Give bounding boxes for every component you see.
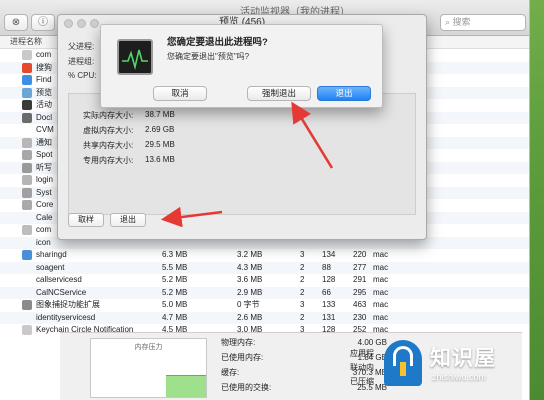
watermark-url: zhishiwu.com bbox=[432, 372, 487, 382]
watermark-brand: 知识屋 bbox=[430, 347, 496, 370]
arrow-to-force-quit-icon bbox=[291, 101, 334, 169]
arrow-to-quit-icon bbox=[160, 206, 223, 228]
watermark-logo-icon bbox=[384, 340, 422, 386]
watermark: 知识屋 zhishiwu.com bbox=[384, 340, 542, 392]
